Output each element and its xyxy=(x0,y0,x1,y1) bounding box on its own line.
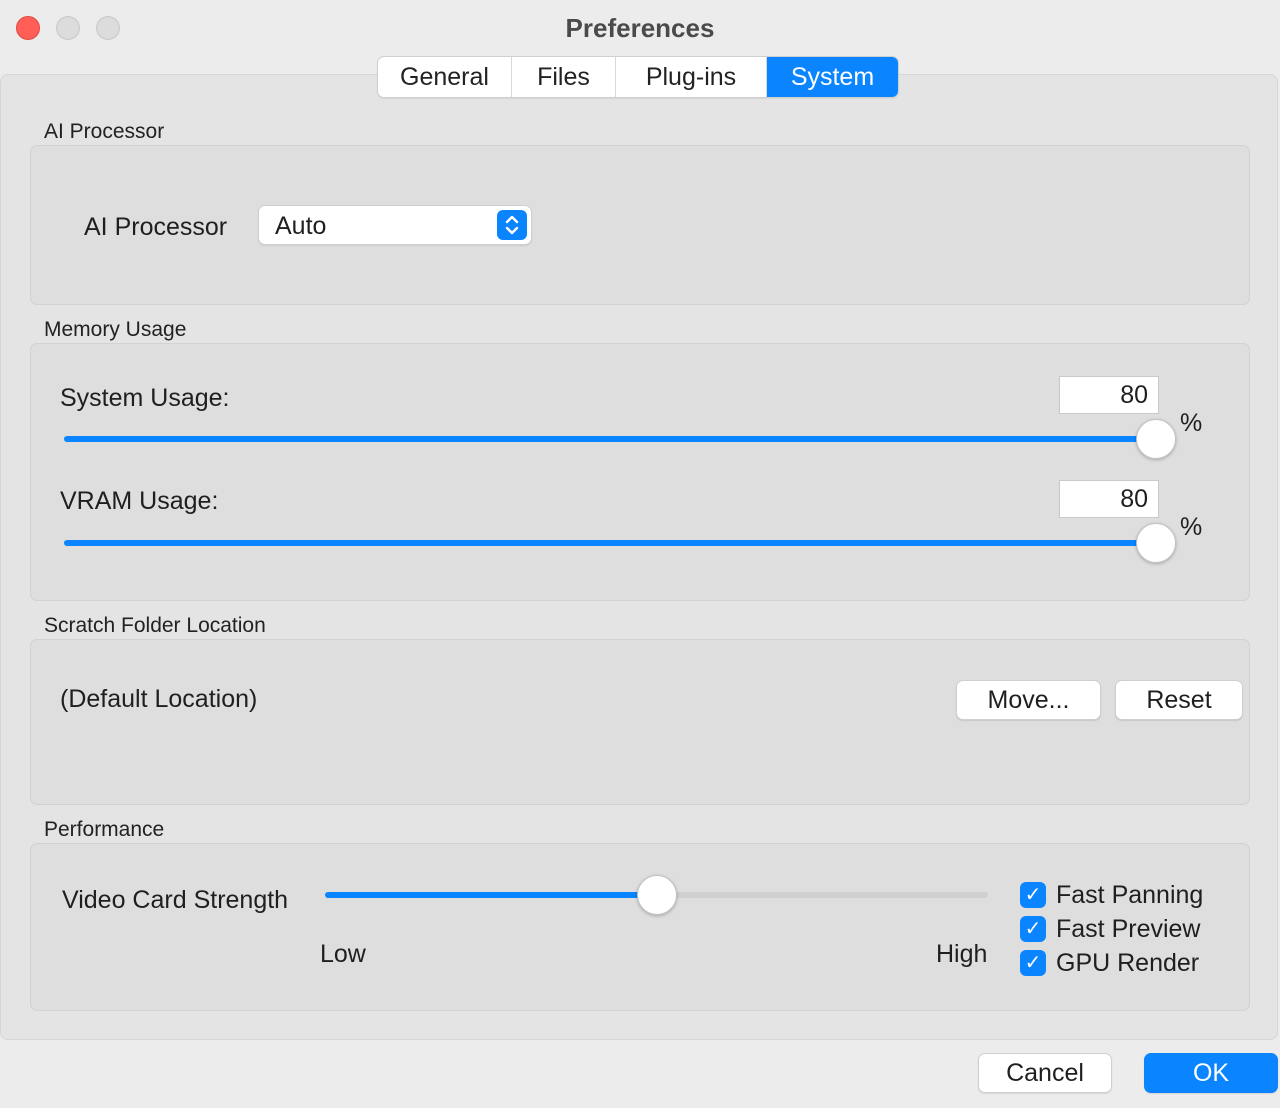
video-card-strength-slider-fill xyxy=(325,892,657,898)
tab-plug-ins[interactable]: Plug-ins xyxy=(616,57,767,97)
scratch-folder-group xyxy=(30,639,1250,805)
ai-processor-section-title: AI Processor xyxy=(44,120,165,143)
reset-button[interactable]: Reset xyxy=(1115,680,1243,720)
system-usage-field[interactable]: 80 xyxy=(1059,376,1159,414)
scratch-folder-location: (Default Location) xyxy=(60,685,258,713)
gpu-render-checkbox-row[interactable]: ✓ GPU Render xyxy=(1020,949,1199,977)
vram-usage-slider-fill xyxy=(64,540,1156,546)
ai-processor-value: Auto xyxy=(275,212,327,240)
vram-usage-field[interactable]: 80 xyxy=(1059,480,1159,518)
fast-preview-label: Fast Preview xyxy=(1056,914,1201,943)
ai-processor-label: AI Processor xyxy=(84,213,228,241)
vram-usage-label: VRAM Usage: xyxy=(60,487,219,515)
ai-processor-popup[interactable]: Auto xyxy=(258,205,532,245)
up-down-chevron-icon xyxy=(497,210,527,240)
scratch-folder-section-title: Scratch Folder Location xyxy=(44,614,266,637)
cancel-button[interactable]: Cancel xyxy=(978,1053,1112,1093)
system-usage-slider[interactable] xyxy=(64,436,1156,442)
video-card-strength-slider-knob[interactable] xyxy=(636,875,677,915)
fast-panning-checkbox-row[interactable]: ✓ Fast Panning xyxy=(1020,881,1203,909)
system-usage-slider-fill xyxy=(64,436,1156,442)
vram-usage-slider[interactable] xyxy=(64,540,1156,546)
fast-panning-label: Fast Panning xyxy=(1056,880,1204,909)
video-card-strength-label: Video Card Strength xyxy=(62,886,289,914)
tab-system[interactable]: System xyxy=(767,57,898,97)
system-usage-unit: % xyxy=(1180,409,1203,437)
gpu-render-label: GPU Render xyxy=(1056,948,1200,977)
move-button[interactable]: Move... xyxy=(956,680,1101,720)
fast-preview-checkbox-row[interactable]: ✓ Fast Preview xyxy=(1020,915,1200,943)
checkmark-icon[interactable]: ✓ xyxy=(1020,916,1046,942)
strength-low-label: Low xyxy=(320,940,366,968)
vram-usage-slider-knob[interactable] xyxy=(1136,523,1176,563)
tab-files[interactable]: Files xyxy=(512,57,616,97)
performance-section-title: Performance xyxy=(44,818,165,841)
preferences-tabs: General Files Plug-ins System xyxy=(377,56,899,98)
system-usage-slider-knob[interactable] xyxy=(1136,419,1176,459)
window-title: Preferences xyxy=(565,13,715,43)
memory-usage-section-title: Memory Usage xyxy=(44,318,187,341)
strength-high-label: High xyxy=(936,940,988,968)
checkmark-icon[interactable]: ✓ xyxy=(1020,882,1046,908)
title-bar: Preferences xyxy=(0,0,1280,56)
tab-general[interactable]: General xyxy=(378,57,512,97)
ok-button[interactable]: OK xyxy=(1144,1053,1278,1093)
checkmark-icon[interactable]: ✓ xyxy=(1020,950,1046,976)
system-usage-label: System Usage: xyxy=(60,384,230,412)
vram-usage-unit: % xyxy=(1180,513,1203,541)
